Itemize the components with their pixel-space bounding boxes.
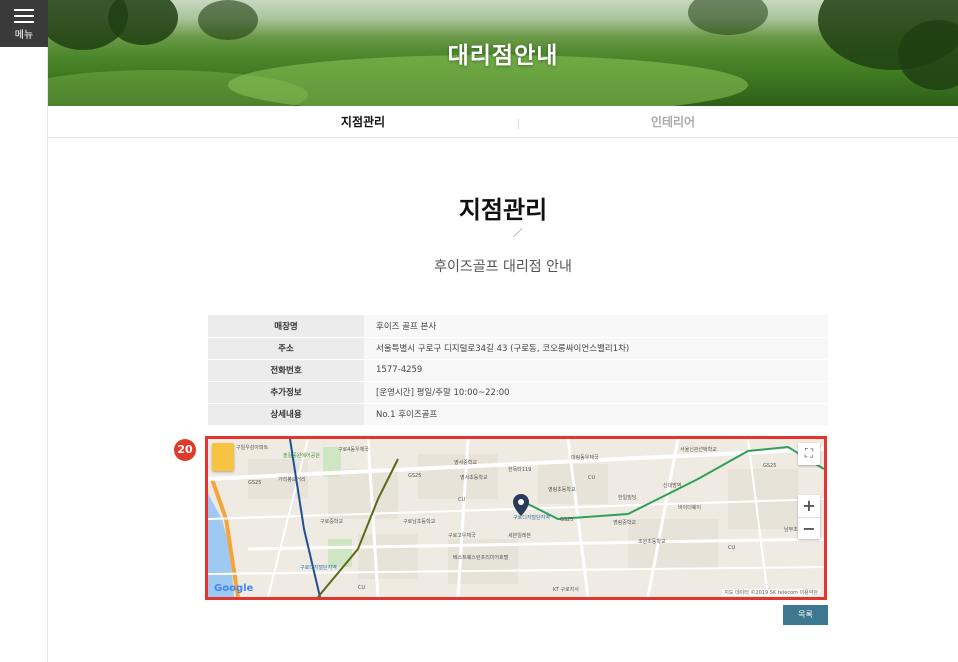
row-value: 서울특별시 구로구 디지털로34길 43 (구로동, 코오롱싸이언스밸리1차) [364, 337, 828, 360]
map-canvas[interactable]: 구일우성아파트 솔길공원에어공원 구로4동우체국 가리봉오거리 영서중학교 대림… [208, 439, 824, 597]
hero-title: 대리점안내 [447, 43, 559, 69]
location-pin-icon[interactable] [512, 493, 530, 517]
map-label: 조원초등학교 [638, 538, 666, 545]
map-label: GS25 [248, 480, 261, 486]
map-label: 한독타119 [508, 466, 531, 473]
hero-banner: 대리점안내 [48, 0, 958, 106]
map-label: 신대방역 [663, 482, 681, 489]
map-label: 구로디지털단지역 [300, 564, 337, 571]
menu-label: 메뉴 [14, 30, 34, 41]
list-button[interactable]: 목록 [783, 605, 828, 625]
hamburger-icon [14, 9, 34, 23]
tab-divider [518, 119, 519, 129]
map-label: 세븐일레븐 [508, 532, 531, 539]
map-label: KT 구로지사 [553, 586, 579, 593]
map-label: CU [458, 497, 465, 503]
table-row: 상세내용 No.1 후이즈골프 [208, 403, 828, 426]
table-row: 전화번호 1577-4259 [208, 359, 828, 382]
map-label: 영림중학교 [613, 519, 636, 526]
page-subtitle: 후이즈골프 대리점 안내 [434, 259, 572, 275]
page-title: 지점관리 [458, 196, 548, 224]
table-row: 주소 서울특별시 구로구 디지털로34길 43 (구로동, 코오롱싸이언스밸리1… [208, 337, 828, 360]
map-label: 구로중학교 [320, 518, 343, 525]
title-divider [513, 227, 523, 238]
zoom-out-button[interactable]: − [798, 517, 820, 539]
map-label: 베스트웨스턴프리미어호텔 [453, 554, 509, 561]
map-attribution[interactable]: 지도 데이터 ©2019 SK telecom 이용약관 [722, 589, 820, 596]
menu-button[interactable]: 메뉴 [0, 0, 48, 47]
map-label: 영림초등학교 [548, 486, 576, 493]
map-label: 구일우성아파트 [236, 444, 269, 451]
map-label: 한일빌딩 [618, 494, 636, 501]
annotation-badge: 20 [174, 439, 196, 461]
row-value: 1577-4259 [364, 359, 828, 382]
map-label: 구로고우체국 [448, 532, 476, 539]
map-label: CU [358, 585, 365, 591]
map-label: CU [588, 475, 595, 481]
map-label: GS25 [408, 473, 421, 479]
left-menu-rail: 메뉴 [0, 0, 48, 662]
map-label: GS25 [560, 517, 573, 523]
row-label: 상세내용 [208, 403, 364, 426]
map-label: GS25 [763, 463, 776, 469]
table-row: 추가정보 [운영시간] 평일/주말 10:00~22:00 [208, 381, 828, 404]
map-label: 서울신관선택학교 [680, 446, 717, 453]
zoom-control: + − [798, 495, 820, 539]
branch-info-table: 매장명 후이즈 골프 본사 주소 서울특별시 구로구 디지털로34길 43 (구… [208, 315, 828, 426]
map-label: 솔길공원에어공원 [283, 452, 320, 459]
map-container[interactable]: 구일우성아파트 솔길공원에어공원 구로4동우체국 가리봉오거리 영서중학교 대림… [205, 436, 827, 600]
map-label: 영서중학교 [454, 459, 477, 466]
sub-nav-tabs: 지점관리 인테리어 [48, 106, 958, 138]
map-label: CU [728, 545, 735, 551]
row-label: 전화번호 [208, 359, 364, 382]
map-label: 영서초등학교 [460, 474, 488, 481]
map-label: 구로남초등학교 [403, 518, 436, 525]
row-value: No.1 후이즈골프 [364, 403, 828, 426]
table-row: 매장명 후이즈 골프 본사 [208, 315, 828, 338]
row-value: 후이즈 골프 본사 [364, 315, 828, 338]
fullscreen-icon[interactable]: ⛶ [798, 443, 820, 465]
zoom-in-button[interactable]: + [798, 495, 820, 517]
row-label: 매장명 [208, 315, 364, 338]
row-label: 주소 [208, 337, 364, 360]
map-label: 가리봉오거리 [278, 476, 306, 483]
tab-interior[interactable]: 인테리어 [523, 106, 823, 138]
row-value: [운영시간] 평일/주말 10:00~22:00 [364, 381, 828, 404]
tab-branch-management[interactable]: 지점관리 [213, 106, 513, 138]
row-label: 추가정보 [208, 381, 364, 404]
google-logo: Google [214, 583, 254, 594]
map-label: 대림동우체국 [571, 454, 599, 461]
map-label: 구로4동우체국 [338, 446, 369, 453]
pegman-icon[interactable] [212, 443, 234, 471]
map-label: 바이더웨이 [678, 504, 701, 511]
